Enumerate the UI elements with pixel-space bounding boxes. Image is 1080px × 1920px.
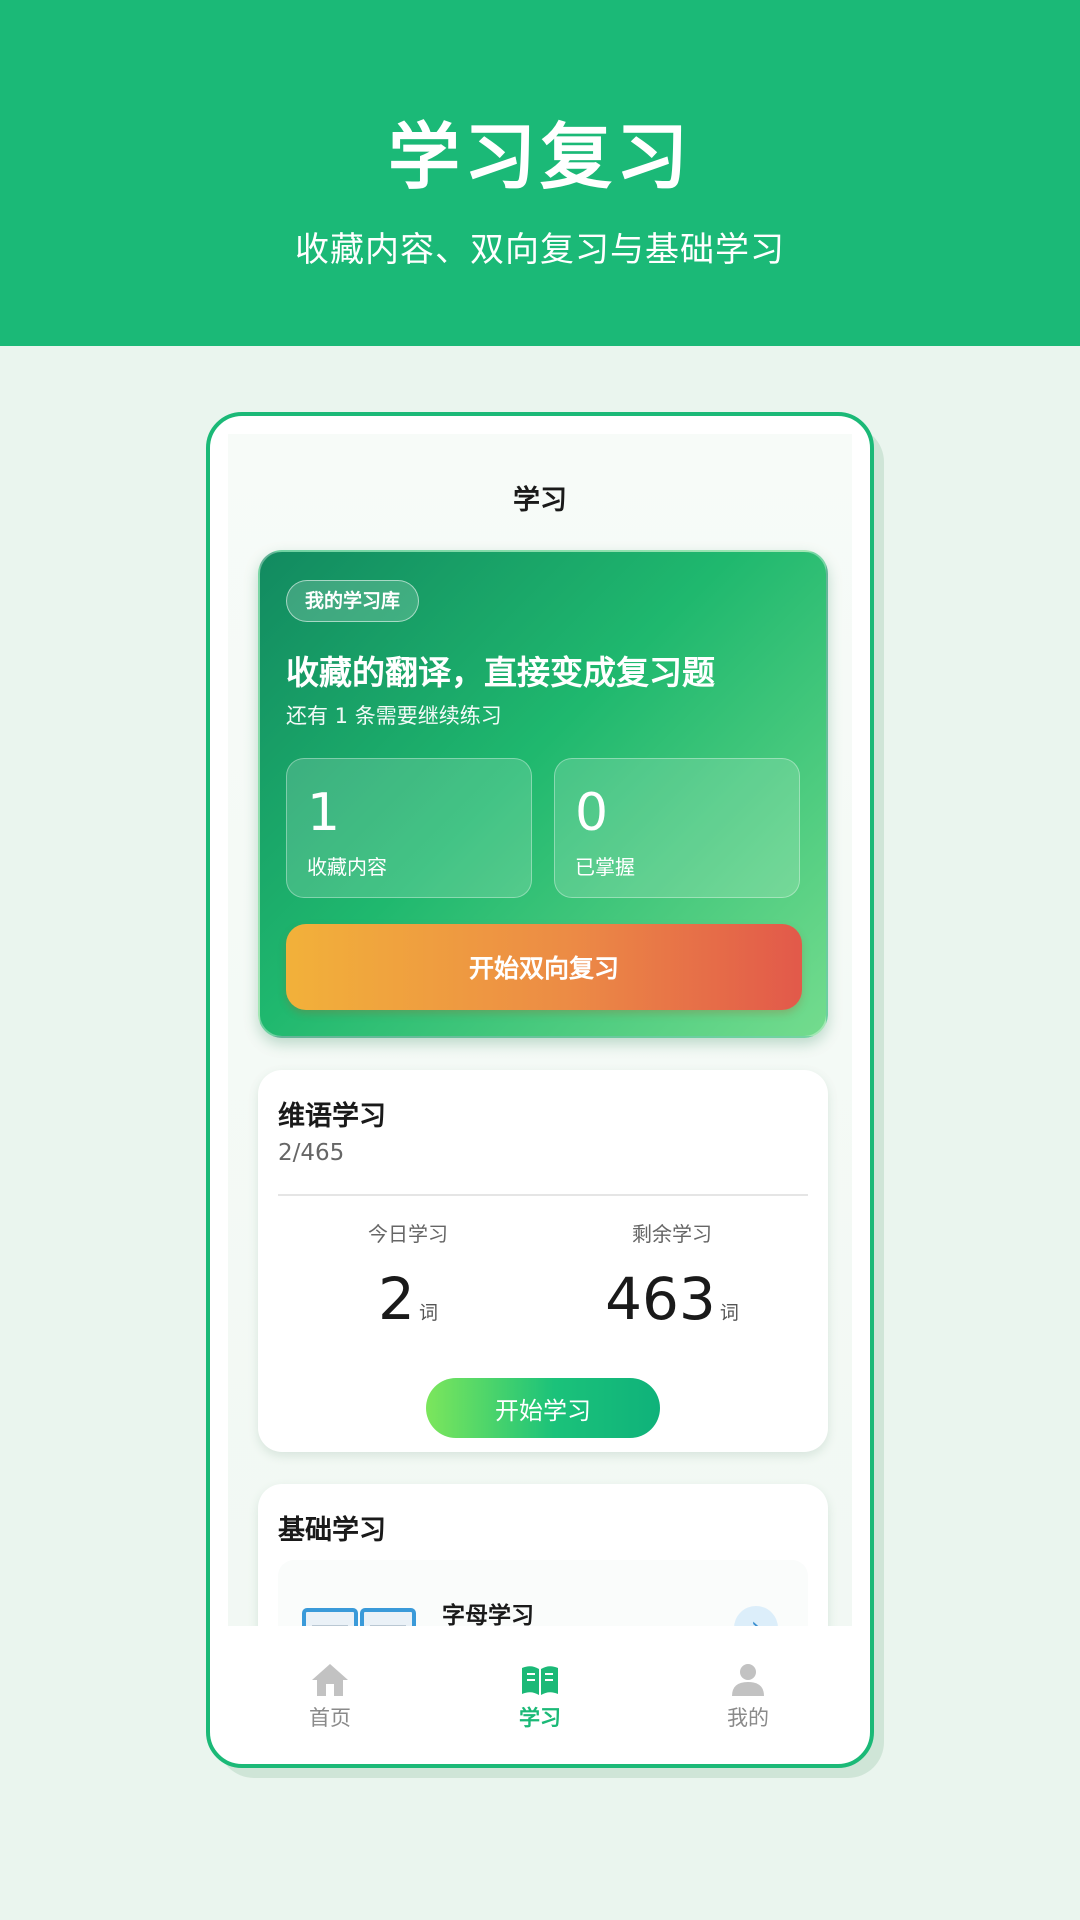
page-title: 学习 (513, 485, 567, 516)
favorites-count: 1 (307, 783, 341, 843)
remaining-study-value: 463 (605, 1265, 716, 1333)
mastered-count: 0 (575, 783, 609, 843)
mastered-label: 已掌握 (575, 855, 635, 879)
today-study-unit: 词 (418, 1302, 438, 1324)
bottom-tab-bar: 首页 学习 我的 (228, 1626, 852, 1760)
alphabet-study-title: 字母学习 (442, 1603, 534, 1629)
favorites-stat[interactable]: 1 收藏内容 (286, 758, 532, 898)
mastered-stat[interactable]: 0 已掌握 (554, 758, 800, 898)
hero-subtitle: 收藏内容、双向复习与基础学习 (295, 230, 785, 270)
uyghur-study-progress: 2/465 (278, 1140, 345, 1166)
today-study-metric: 今日学习 2词 (278, 1218, 538, 1333)
basic-study-title: 基础学习 (278, 1515, 386, 1546)
library-headline: 收藏的翻译，直接变成复习题 (286, 653, 715, 692)
tab-profile-label: 我的 (727, 1706, 769, 1730)
tab-home-label: 首页 (309, 1706, 351, 1730)
tab-study[interactable]: 学习 (480, 1662, 600, 1732)
uyghur-study-title: 维语学习 (278, 1101, 386, 1132)
remaining-study-label: 剩余学习 (632, 1222, 712, 1246)
divider (278, 1194, 808, 1196)
book-icon (522, 1666, 558, 1695)
start-review-button[interactable]: 开始双向复习 (286, 924, 802, 1010)
tab-study-label: 学习 (519, 1706, 561, 1730)
hero-title: 学习复习 (387, 115, 692, 199)
hero-banner: 学习复习 收藏内容、双向复习与基础学习 (0, 0, 1080, 346)
remaining-study-unit: 词 (719, 1302, 739, 1324)
phone-frame: 学习 我的学习库 收藏的翻译，直接变成复习题 还有 1 条需要继续练习 1 收藏… (206, 412, 874, 1768)
remaining-study-metric: 剩余学习 463 词 (542, 1218, 802, 1333)
library-remaining-text: 还有 1 条需要继续练习 (286, 704, 502, 728)
tab-home[interactable]: 首页 (270, 1662, 390, 1732)
uyghur-study-card: 维语学习 2/465 今日学习 2词 剩余学习 463 词 开始学习 (258, 1070, 828, 1452)
library-badge: 我的学习库 (286, 580, 420, 622)
today-study-label: 今日学习 (368, 1222, 448, 1246)
home-icon (312, 1664, 348, 1696)
today-study-value-row: 2词 (278, 1265, 538, 1333)
remaining-study-value-row: 463 词 (542, 1265, 802, 1333)
tab-profile[interactable]: 我的 (688, 1662, 808, 1732)
today-study-value: 2 (378, 1265, 415, 1333)
study-library-card: 我的学习库 收藏的翻译，直接变成复习题 还有 1 条需要继续练习 1 收藏内容 … (258, 550, 828, 1038)
user-icon (732, 1664, 764, 1696)
start-study-button[interactable]: 开始学习 (426, 1378, 660, 1438)
favorites-label: 收藏内容 (307, 855, 387, 879)
app-screen: 学习 我的学习库 收藏的翻译，直接变成复习题 还有 1 条需要继续练习 1 收藏… (228, 434, 852, 1760)
